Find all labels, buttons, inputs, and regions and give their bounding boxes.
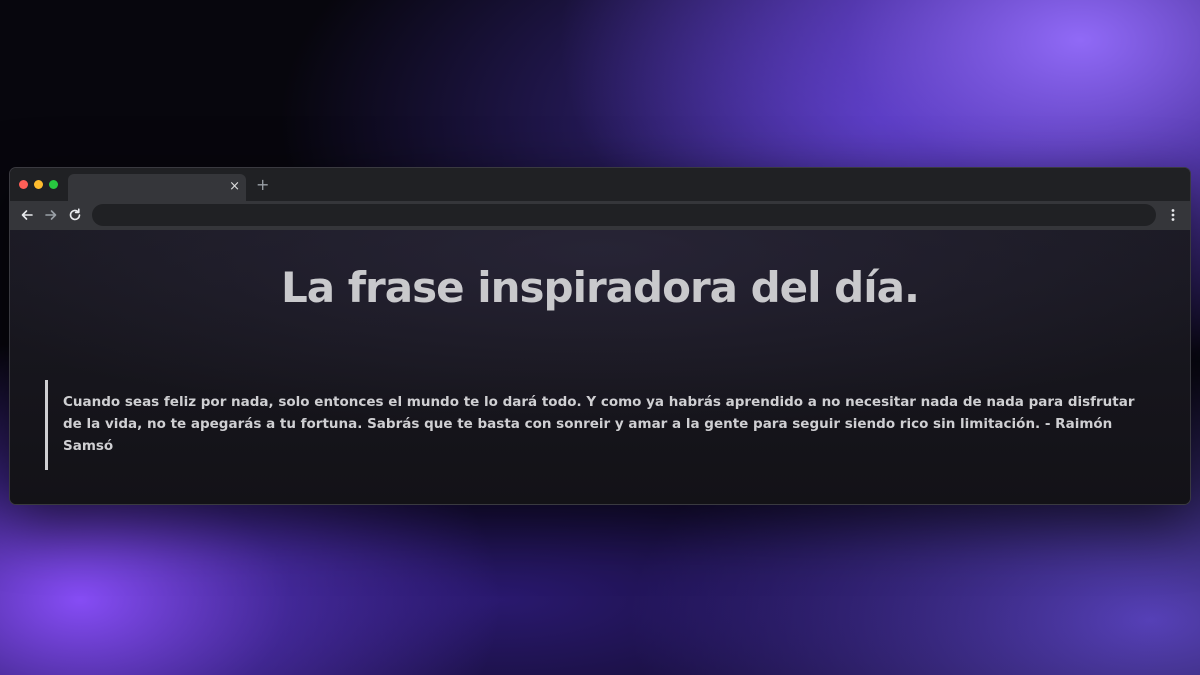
browser-window: × + La frase inspiradora del día. Cuando… [10, 168, 1190, 504]
back-arrow-icon[interactable] [19, 207, 35, 223]
page-title: La frase inspiradora del día. [281, 263, 920, 312]
window-close-button[interactable] [19, 180, 28, 189]
tab-strip: × + [10, 168, 1190, 201]
browser-tab-active[interactable]: × [68, 174, 246, 201]
page-content: La frase inspiradora del día. Cuando sea… [10, 230, 1190, 504]
forward-arrow-icon[interactable] [43, 207, 59, 223]
window-minimize-button[interactable] [34, 180, 43, 189]
tab-close-icon[interactable]: × [229, 179, 240, 195]
kebab-menu-icon[interactable] [1167, 207, 1179, 223]
reload-icon[interactable] [67, 207, 83, 223]
window-maximize-button[interactable] [49, 180, 58, 189]
quote-block: Cuando seas feliz por nada, solo entonce… [45, 380, 1153, 470]
new-tab-button[interactable]: + [256, 176, 269, 194]
address-bar[interactable] [92, 204, 1156, 226]
browser-toolbar [10, 201, 1190, 230]
